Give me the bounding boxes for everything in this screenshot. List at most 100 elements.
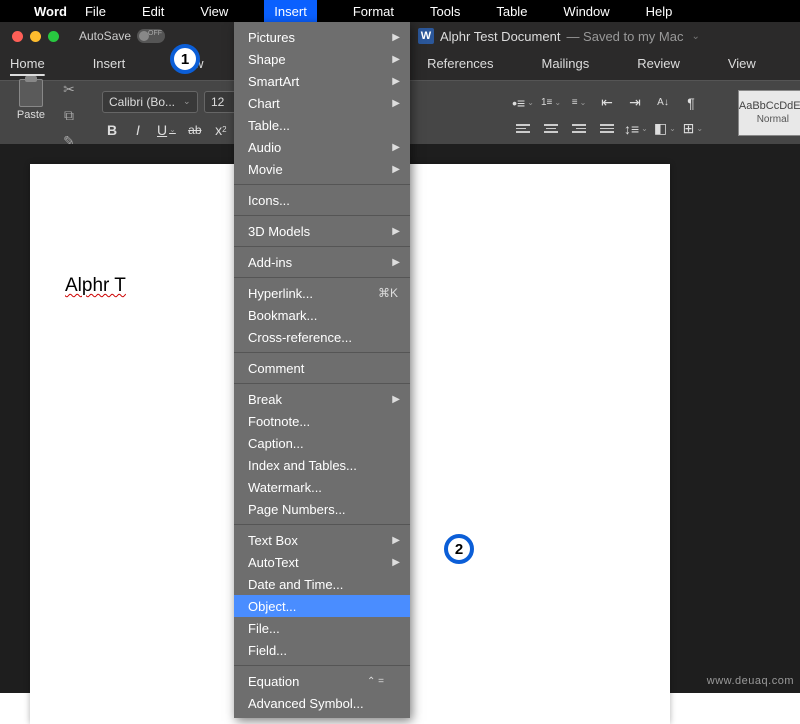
menu-comment[interactable]: Comment — [234, 357, 410, 379]
menubar-tools[interactable]: Tools — [430, 4, 460, 19]
align-center-button[interactable] — [540, 119, 562, 139]
menubar-format[interactable]: Format — [353, 4, 394, 19]
chevron-down-icon[interactable]: ⌄ — [691, 31, 699, 42]
menu-advanced-symbol[interactable]: Advanced Symbol... — [234, 692, 410, 714]
bullets-button[interactable]: •≡⌄ — [512, 93, 534, 113]
submenu-arrow-icon: ▶ — [392, 226, 400, 237]
tab-references[interactable]: References — [427, 56, 493, 75]
autosave-toggle[interactable] — [137, 29, 165, 43]
submenu-arrow-icon: ▶ — [392, 394, 400, 405]
submenu-arrow-icon: ▶ — [392, 535, 400, 546]
watermark-text: www.deuaq.com — [707, 675, 794, 687]
align-right-button[interactable] — [568, 119, 590, 139]
menu-separator — [234, 277, 410, 278]
menu-footnote[interactable]: Footnote... — [234, 410, 410, 432]
pilcrow-button[interactable]: ¶ — [680, 93, 702, 113]
submenu-arrow-icon: ▶ — [392, 257, 400, 268]
menu-bookmark[interactable]: Bookmark... — [234, 304, 410, 326]
menu-date-and-time[interactable]: Date and Time... — [234, 573, 410, 595]
copy-icon[interactable]: ⧉ — [60, 107, 78, 125]
menu-pictures[interactable]: Pictures▶ — [234, 26, 410, 48]
bold-button[interactable]: B — [102, 119, 122, 141]
style-preview: AaBbCcDdEe — [739, 100, 800, 112]
increase-indent-button[interactable]: ⇥ — [624, 93, 646, 113]
menu-add-ins[interactable]: Add-ins▶ — [234, 251, 410, 273]
menu-chart[interactable]: Chart▶ — [234, 92, 410, 114]
style-normal[interactable]: AaBbCcDdEe Normal — [738, 90, 800, 136]
shading-button[interactable]: ◧⌄ — [654, 119, 676, 139]
paste-group[interactable]: Paste — [6, 75, 56, 151]
menu-hyperlink[interactable]: Hyperlink...⌘K — [234, 282, 410, 304]
minimize-button[interactable] — [30, 31, 41, 42]
menu-table[interactable]: Table... — [234, 114, 410, 136]
menubar-help[interactable]: Help — [646, 4, 673, 19]
document-text[interactable]: Alphr T — [65, 275, 126, 296]
borders-button[interactable]: ⊞⌄ — [682, 119, 704, 139]
shortcut-label: ⌘K — [378, 286, 398, 300]
submenu-arrow-icon: ▶ — [392, 98, 400, 109]
menu-caption[interactable]: Caption... — [234, 432, 410, 454]
menu-3d-models[interactable]: 3D Models▶ — [234, 220, 410, 242]
align-left-button[interactable] — [512, 119, 534, 139]
menu-autotext[interactable]: AutoText▶ — [234, 551, 410, 573]
menu-index-and-tables[interactable]: Index and Tables... — [234, 454, 410, 476]
sort-button[interactable]: A↓ — [652, 93, 674, 113]
underline-button[interactable]: U⌄ — [154, 119, 179, 141]
menu-text-box[interactable]: Text Box▶ — [234, 529, 410, 551]
font-family-select[interactable]: Calibri (Bo...⌄ — [102, 91, 198, 113]
submenu-arrow-icon: ▶ — [392, 557, 400, 568]
paragraph-group: •≡⌄ 1≡⌄ ≡⌄ ⇤ ⇥ A↓ ¶ ↕≡⌄ ◧⌄ ⊞⌄ — [512, 87, 704, 139]
menubar-table[interactable]: Table — [496, 4, 527, 19]
submenu-arrow-icon: ▶ — [392, 164, 400, 175]
menu-break[interactable]: Break▶ — [234, 388, 410, 410]
line-spacing-button[interactable]: ↕≡⌄ — [624, 119, 648, 139]
insert-menu: Pictures▶Shape▶SmartArt▶Chart▶Table...Au… — [234, 22, 410, 718]
menu-watermark[interactable]: Watermark... — [234, 476, 410, 498]
menu-separator — [234, 383, 410, 384]
menubar-edit[interactable]: Edit — [142, 4, 164, 19]
clipboard-icon — [19, 79, 43, 107]
tab-review[interactable]: Review — [637, 56, 680, 75]
menu-smartart[interactable]: SmartArt▶ — [234, 70, 410, 92]
numbering-button[interactable]: 1≡⌄ — [540, 93, 562, 113]
window-controls — [0, 31, 59, 42]
close-button[interactable] — [12, 31, 23, 42]
menu-page-numbers[interactable]: Page Numbers... — [234, 498, 410, 520]
menu-icons[interactable]: Icons... — [234, 189, 410, 211]
word-doc-icon: W — [418, 28, 434, 44]
menu-field[interactable]: Field... — [234, 639, 410, 661]
decrease-indent-button[interactable]: ⇤ — [596, 93, 618, 113]
menu-cross-reference[interactable]: Cross-reference... — [234, 326, 410, 348]
menu-movie[interactable]: Movie▶ — [234, 158, 410, 180]
menubar-insert[interactable]: Insert — [264, 0, 317, 22]
subscript-button[interactable]: x2 — [211, 119, 231, 141]
menu-shape[interactable]: Shape▶ — [234, 48, 410, 70]
multilevel-button[interactable]: ≡⌄ — [568, 93, 590, 113]
style-label: Normal — [757, 114, 789, 125]
menu-separator — [234, 352, 410, 353]
menubar-window[interactable]: Window — [563, 4, 609, 19]
tab-mailings[interactable]: Mailings — [542, 56, 590, 75]
cut-icon[interactable]: ✂ — [60, 81, 78, 99]
autosave-label: AutoSave — [79, 29, 131, 43]
menu-separator — [234, 665, 410, 666]
menu-equation[interactable]: Equation⌃ = — [234, 670, 410, 692]
menu-file[interactable]: File... — [234, 617, 410, 639]
italic-button[interactable]: I — [128, 119, 148, 141]
tab-view[interactable]: View — [728, 56, 756, 75]
document-title: Alphr Test Document — [440, 29, 560, 44]
autosave-control[interactable]: AutoSave — [79, 29, 165, 43]
menu-object[interactable]: Object... — [234, 595, 410, 617]
menu-separator — [234, 524, 410, 525]
strike-button[interactable]: ab — [185, 119, 205, 141]
menu-separator — [234, 215, 410, 216]
justify-button[interactable] — [596, 119, 618, 139]
tab-insert[interactable]: Insert — [93, 56, 126, 75]
zoom-button[interactable] — [48, 31, 59, 42]
menubar-view[interactable]: View — [200, 4, 228, 19]
app-name[interactable]: Word — [34, 4, 67, 19]
menu-audio[interactable]: Audio▶ — [234, 136, 410, 158]
save-status: — Saved to my Mac — [566, 29, 683, 44]
menubar-file[interactable]: File — [85, 4, 106, 19]
tab-home[interactable]: Home — [10, 56, 45, 75]
